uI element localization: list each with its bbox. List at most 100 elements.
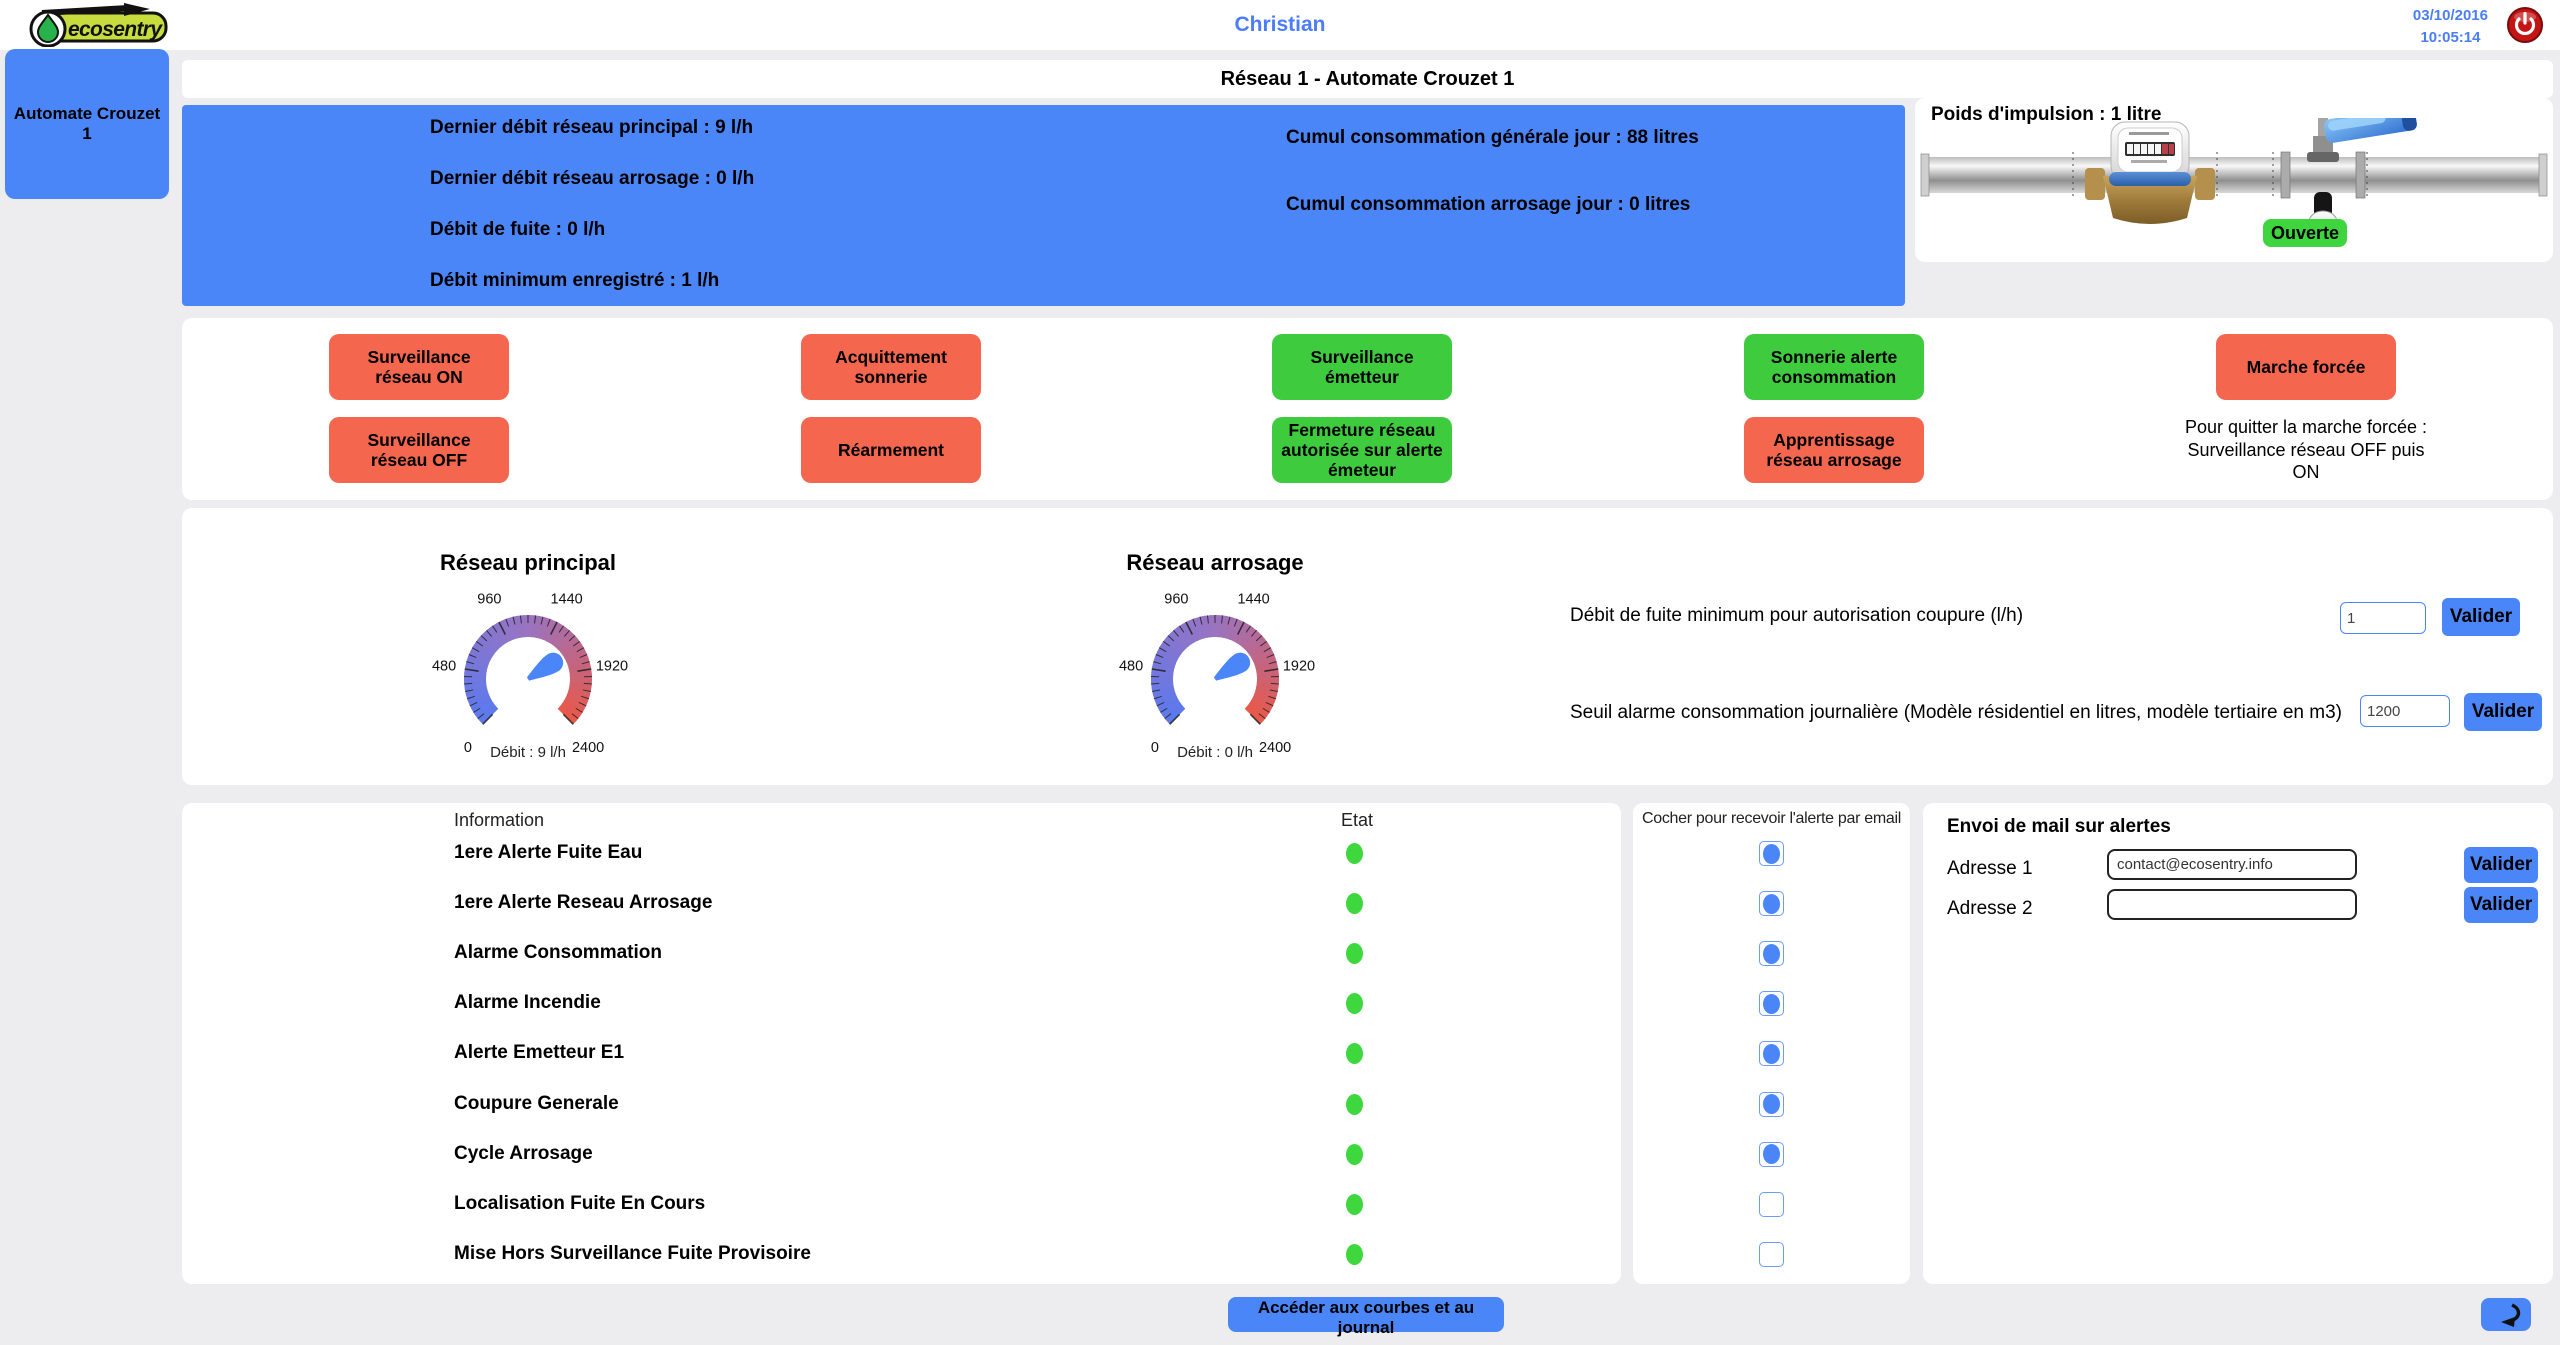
alert-row-label-cycle-arrosage: Cycle Arrosage xyxy=(454,1143,593,1165)
info-line-debit-de-fuite-0-l-h: Débit de fuite : 0 l/h xyxy=(430,219,605,241)
control-button-surveillance-reseau-off[interactable]: Surveillance réseau OFF xyxy=(329,417,509,483)
curves-journal-button[interactable]: Accéder aux courbes et au journal xyxy=(1228,1297,1504,1332)
water-meter-illustration xyxy=(1915,118,2553,262)
info-line-debit-minimum-enregistre-1-l-h: Débit minimum enregistré : 1 l/h xyxy=(430,270,719,292)
gauge-needle xyxy=(523,649,567,688)
alerts-info-header: Information xyxy=(454,810,544,831)
setting-validate-button-1[interactable]: Valider xyxy=(2442,598,2520,636)
page-title: Réseau 1 - Automate Crouzet 1 xyxy=(182,60,2553,98)
alert-row-label-alarme-consommation: Alarme Consommation xyxy=(454,942,662,964)
gauge-title-reseau-arrosage: Réseau arrosage xyxy=(1095,550,1335,576)
checkbox-checked-dot xyxy=(1763,1044,1780,1064)
gauge-reseau-arrosage: 0480960144019202400 xyxy=(1095,582,1335,757)
gauge-tick-label: 480 xyxy=(432,659,456,675)
status-dot-alarme-consommation xyxy=(1346,943,1363,964)
checkbox-checked-dot xyxy=(1763,894,1780,914)
power-icon xyxy=(2506,6,2544,44)
logged-in-user: Christian xyxy=(0,0,2560,50)
email-address-label-2: Adresse 2 xyxy=(1947,898,2033,920)
alert-row-label-1ere-alerte-reseau-arrosage: 1ere Alerte Reseau Arrosage xyxy=(454,892,712,914)
checkbox-checked-dot xyxy=(1763,844,1780,864)
alert-row-label-coupure-generale: Coupure Generale xyxy=(454,1093,619,1115)
email-checkbox-alarme-incendie[interactable] xyxy=(1759,991,1784,1016)
email-address-input-2[interactable] xyxy=(2107,889,2357,920)
control-button-acquittement-sonnerie[interactable]: Acquittement sonnerie xyxy=(801,334,981,400)
email-panel-title: Envoi de mail sur alertes xyxy=(1947,816,2171,838)
control-button-marche-forcee[interactable]: Marche forcée xyxy=(2216,334,2396,400)
date-label: 03/10/2016 xyxy=(2413,5,2488,27)
status-dot-cycle-arrosage xyxy=(1346,1144,1363,1165)
email-checkbox-1ere-alerte-reseau-arrosage[interactable] xyxy=(1759,891,1784,916)
alert-email-checkbox-panel: Cocher pour recevoir l'alerte par email xyxy=(1633,803,1910,1284)
gauge-title-reseau-principal: Réseau principal xyxy=(408,550,648,576)
email-checkbox-alarme-consommation[interactable] xyxy=(1759,941,1784,966)
info-line-dernier-debit-reseau-principal: Dernier débit réseau principal : 9 l/h xyxy=(430,117,753,139)
gauge-value-label-reseau-principal: Débit : 9 l/h xyxy=(408,744,648,761)
meter-panel: Poids d'impulsion : 1 litre xyxy=(1915,98,2553,262)
time-label: 10:05:14 xyxy=(2413,27,2488,49)
gauge-tick-label: 960 xyxy=(1164,591,1188,607)
checkbox-checked-dot xyxy=(1763,994,1780,1014)
email-checkbox-mise-hors-surveillance-fuite-provisoire[interactable] xyxy=(1759,1242,1784,1267)
alerts-table-panel: Information Etat 1ere Alerte Fuite Eau 1ere… xyxy=(182,803,1621,1284)
status-dot-1ere-alerte-reseau-arrosage xyxy=(1346,893,1363,914)
email-validate-button-2[interactable]: Valider xyxy=(2464,887,2538,923)
pipe xyxy=(1921,157,2547,193)
email-checkbox-alerte-emetteur-e1[interactable] xyxy=(1759,1041,1784,1066)
status-dot-alerte-emetteur-e1 xyxy=(1346,1043,1363,1064)
alert-row-label-alarme-incendie: Alarme Incendie xyxy=(454,992,601,1014)
gauge-tick-label: 1440 xyxy=(1237,591,1269,607)
return-arrow-icon xyxy=(2488,1302,2524,1328)
checkbox-checked-dot xyxy=(1763,944,1780,964)
checkbox-checked-dot xyxy=(1763,1094,1780,1114)
sidebar-item-automate-crouzet-1[interactable]: Automate Crouzet 1 xyxy=(5,49,169,199)
topbar: ecosentry Christian 03/10/2016 10:05:14 xyxy=(0,0,2560,50)
alert-row-label-localisation-fuite-en-cours: Localisation Fuite En Cours xyxy=(454,1193,705,1215)
gauge-reseau-principal: 0480960144019202400 xyxy=(408,582,648,757)
status-dot-localisation-fuite-en-cours xyxy=(1346,1194,1363,1215)
email-checkbox-localisation-fuite-en-cours[interactable] xyxy=(1759,1192,1784,1217)
alerts-state-header: Etat xyxy=(1327,810,1387,831)
control-button-fermeture-reseau-autorisee-sur-alerte-emeteur[interactable]: Fermeture réseau autorisée sur alerte ém… xyxy=(1272,417,1452,483)
email-address-label-1: Adresse 1 xyxy=(1947,858,2033,880)
email-address-input-1[interactable] xyxy=(2107,849,2357,880)
checkbox-checked-dot xyxy=(1763,1144,1780,1164)
gauges-panel: Réseau principal0480960144019202400Débit… xyxy=(182,508,2553,785)
control-button-apprentissage-reseau-arrosage[interactable]: Apprentissage réseau arrosage xyxy=(1744,417,1924,483)
setting-validate-button-2[interactable]: Valider xyxy=(2464,693,2542,731)
setting-label-2: Seuil alarme consommation journalière (M… xyxy=(1570,702,2342,724)
setting-label-1: Débit de fuite minimum pour autorisation… xyxy=(1570,605,2023,627)
page: ecosentry Christian 03/10/2016 10:05:14 … xyxy=(0,0,2560,1345)
gauge-needle xyxy=(1210,649,1254,688)
status-dot-alarme-incendie xyxy=(1346,993,1363,1014)
control-button-rearmement[interactable]: Réarmement xyxy=(801,417,981,483)
email-checkbox-coupure-generale[interactable] xyxy=(1759,1092,1784,1117)
return-button[interactable] xyxy=(2481,1298,2531,1331)
alert-row-label-1ere-alerte-fuite-eau: 1ere Alerte Fuite Eau xyxy=(454,842,642,864)
info-line-cumul-consommation-arrosage-jo: Cumul consommation arrosage jour : 0 lit… xyxy=(1286,194,1690,216)
alerts-email-header: Cocher pour recevoir l'alerte par email xyxy=(1633,810,1910,828)
setting-input-2[interactable] xyxy=(2360,695,2450,727)
control-button-surveillance-emetteur[interactable]: Surveillance émetteur xyxy=(1272,334,1452,400)
alert-row-label-mise-hors-surveillance-fuite-provisoire: Mise Hors Surveillance Fuite Provisoire xyxy=(454,1243,811,1265)
email-validate-button-1[interactable]: Valider xyxy=(2464,847,2538,883)
setting-input-1[interactable] xyxy=(2340,602,2426,634)
gauge-tick-label: 1920 xyxy=(596,659,628,675)
control-button-surveillance-reseau-on[interactable]: Surveillance réseau ON xyxy=(329,334,509,400)
control-button-sonnerie-alerte-consommation[interactable]: Sonnerie alerte consommation xyxy=(1744,334,1924,400)
logout-power-button[interactable] xyxy=(2506,6,2544,44)
email-checkbox-1ere-alerte-fuite-eau[interactable] xyxy=(1759,841,1784,866)
valve-state-button[interactable]: Ouverte xyxy=(2263,219,2347,247)
status-dot-mise-hors-surveillance-fuite-provisoire xyxy=(1346,1244,1363,1265)
status-dot-coupure-generale xyxy=(1346,1094,1363,1115)
info-line-dernier-debit-reseau-arrosage-: Dernier débit réseau arrosage : 0 l/h xyxy=(430,168,754,190)
gauge-tick-label: 1920 xyxy=(1283,659,1315,675)
gauge-tick-label: 480 xyxy=(1119,659,1143,675)
controls-panel: Surveillance réseau ON Acquittement sonne… xyxy=(182,318,2553,500)
email-alerts-panel: Envoi de mail sur alertes Adresse 1 Valid… xyxy=(1923,803,2553,1284)
email-checkbox-cycle-arrosage[interactable] xyxy=(1759,1142,1784,1167)
gauge-tick-label: 960 xyxy=(477,591,501,607)
alert-row-label-alerte-emetteur-e1: Alerte Emetteur E1 xyxy=(454,1042,624,1064)
network-info-panel: Dernier débit réseau principal : 9 l/h De… xyxy=(182,105,1905,306)
status-dot-1ere-alerte-fuite-eau xyxy=(1346,843,1363,864)
